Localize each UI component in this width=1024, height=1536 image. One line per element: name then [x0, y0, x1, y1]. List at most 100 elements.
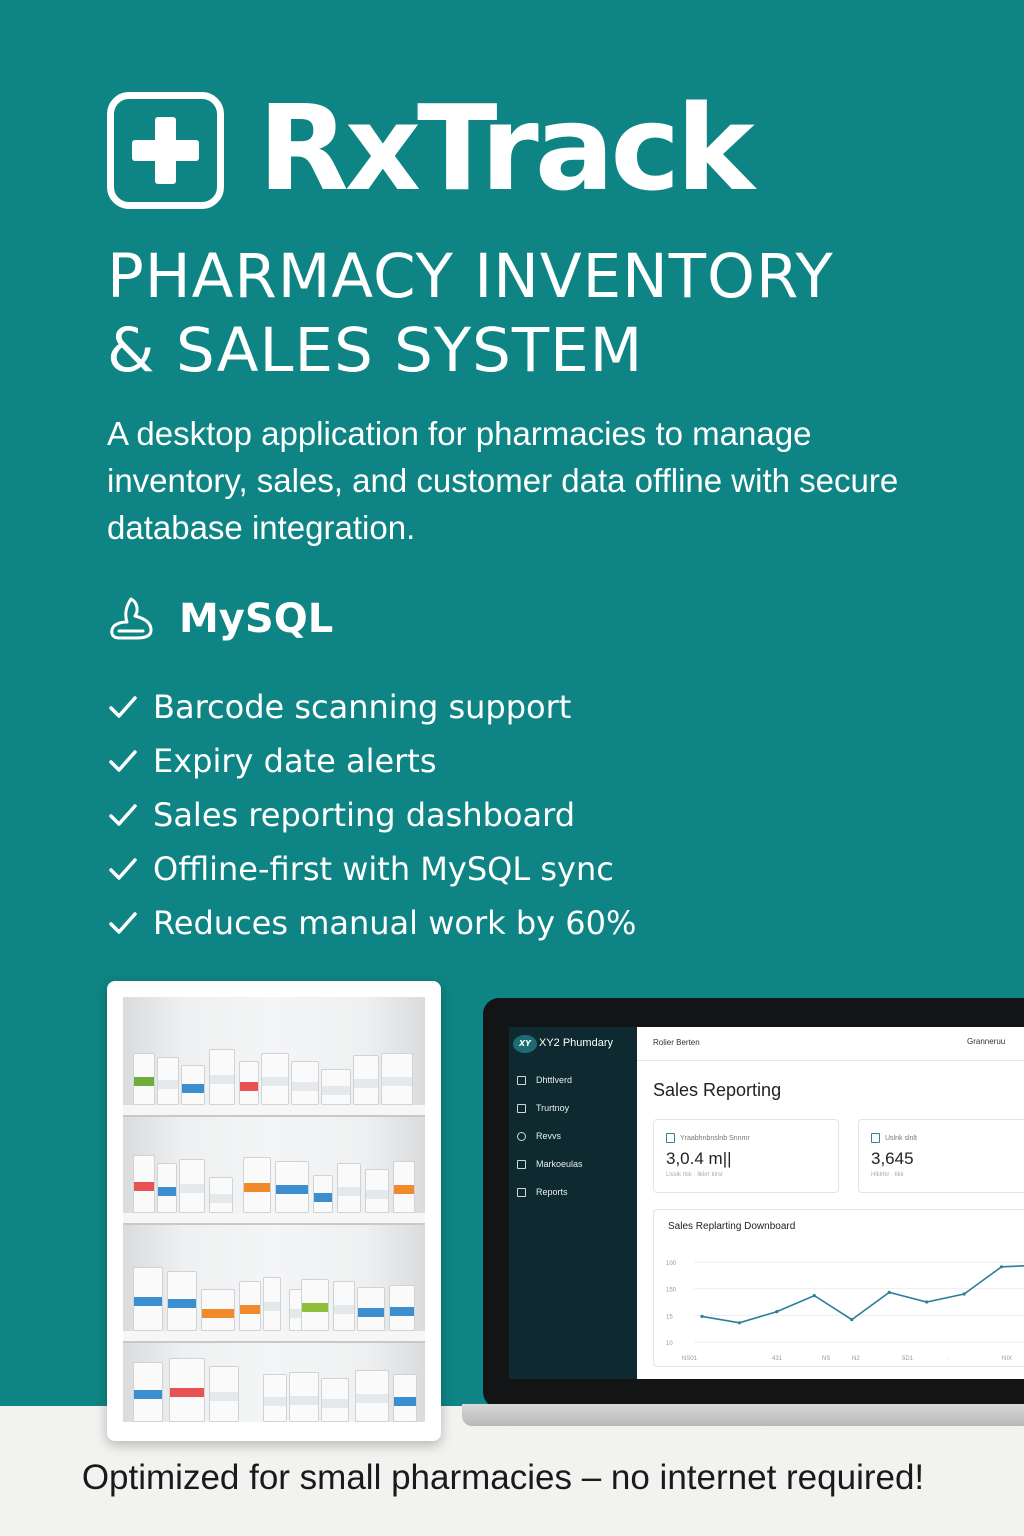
tagline: Optimized for small pharmacies – no inte… [81, 1458, 925, 1497]
medicine-box [301, 1279, 329, 1331]
medicine-box [167, 1271, 197, 1331]
box-stripe [168, 1299, 196, 1308]
box-stripe [394, 1185, 414, 1194]
stat-card-customers: Uslnk slnlt 3,645 Hlklrlkr · tlkk [858, 1119, 1024, 1193]
medicine-box [261, 1053, 289, 1105]
sidebar-item-inventory[interactable]: Trurtnoy [517, 1103, 569, 1113]
sidebar-item-label: Dhttlverd [536, 1075, 573, 1085]
stat-card-sales: Yraabhnbnslnb Snnmr 3,0.4 m|| Llsslk rls… [653, 1119, 839, 1193]
sales-chart-card: Sales Replarting Downboard 100 150 15 10 NS0… [653, 1209, 1024, 1367]
feature-text: Reduces manual work by 60% [153, 904, 637, 942]
brand-name: RxTrack [258, 79, 755, 217]
box-stripe [134, 1182, 154, 1191]
data-point [775, 1310, 779, 1314]
document-icon [666, 1133, 675, 1143]
medicine-box [263, 1277, 281, 1331]
medicine-box [133, 1362, 163, 1422]
data-point [999, 1265, 1004, 1269]
user-name[interactable]: Rolier Berten [653, 1038, 700, 1047]
database-row: MySQL [107, 592, 333, 646]
feature-text: Offline-first with MySQL sync [153, 850, 614, 888]
box-stripe [290, 1396, 318, 1405]
sidebar-item-reviews[interactable]: Revvs [517, 1131, 561, 1141]
medicine-box [291, 1061, 319, 1105]
medicine-box [393, 1161, 415, 1213]
headline-line-1: PHARMACY INVENTORY [107, 241, 834, 312]
box-stripe [366, 1190, 388, 1199]
y-tick-label: 15 [666, 1314, 673, 1320]
feature-item: Reduces manual work by 60% [107, 896, 636, 950]
stat-card-label: Uslnk slnlt [885, 1135, 917, 1142]
box-stripe [158, 1080, 178, 1089]
medicine-box [275, 1161, 309, 1213]
feature-text: Expiry date alerts [153, 742, 437, 780]
feature-item: Offline-first with MySQL sync [107, 842, 636, 896]
medicine-box [289, 1372, 319, 1422]
data-point [925, 1300, 929, 1304]
stat-card-label: Yraabhnbnslnb Snnmr [680, 1135, 750, 1142]
stat-card-subtext: Hlklrlkr · tlkk [871, 1172, 904, 1178]
eye-icon [517, 1131, 526, 1141]
medicine-box [157, 1057, 179, 1105]
laptop-base [462, 1404, 1024, 1426]
box-stripe [202, 1309, 234, 1318]
box-stripe [264, 1302, 280, 1311]
box-stripe [262, 1077, 288, 1086]
feature-item: Expiry date alerts [107, 734, 636, 788]
box-stripe [158, 1187, 176, 1196]
check-icon [109, 804, 137, 826]
data-point [887, 1290, 891, 1294]
database-label: MySQL [179, 596, 334, 642]
y-tick-label: 100 [666, 1261, 677, 1267]
box-stripe [264, 1397, 286, 1406]
headline: PHARMACY INVENTORY & SALES SYSTEM [107, 240, 987, 388]
box-stripe [322, 1086, 350, 1095]
box-stripe [358, 1308, 384, 1317]
sidebar-item-dashboard[interactable]: Dhttlverd [517, 1075, 572, 1085]
feature-text: Barcode scanning support [153, 688, 572, 726]
sidebar-item-label: Trurtnoy [536, 1103, 570, 1113]
headline-line-2: & SALES SYSTEM [107, 315, 644, 386]
x-tick-label: N2 [852, 1356, 860, 1362]
sidebar-item-label: Markoeulas [536, 1159, 583, 1169]
sales-series-line [701, 1265, 1024, 1324]
box-stripe [356, 1394, 388, 1403]
data-point [700, 1314, 704, 1318]
box-stripe [276, 1185, 308, 1194]
app-topbar: Rolier Berten Granneruu [637, 1027, 1024, 1061]
medicine-box [353, 1055, 379, 1105]
box-stripe [134, 1077, 154, 1086]
box-icon [517, 1103, 526, 1113]
feature-item: Barcode scanning support [107, 680, 636, 734]
medicine-box [333, 1281, 355, 1331]
medicine-box [157, 1163, 177, 1213]
check-icon [109, 858, 137, 880]
stat-card-value: 3,0.4 m|| [666, 1149, 732, 1168]
medicine-box [209, 1366, 239, 1422]
page-title: Sales Reporting [653, 1080, 782, 1100]
box-stripe [240, 1082, 258, 1091]
feature-list: Barcode scanning support Expiry date ale… [107, 680, 636, 950]
medicine-box [209, 1049, 235, 1105]
box-stripe [240, 1305, 260, 1314]
medicine-box [365, 1169, 389, 1213]
check-icon [109, 750, 137, 772]
box-stripe [394, 1397, 416, 1406]
medicine-box [357, 1287, 385, 1331]
x-tick-label: 5D1 [902, 1356, 914, 1362]
sales-line-chart: 100 150 15 10 NS01 431 NS N2 5D1 · NIX [666, 1261, 1024, 1362]
x-tick-label: NS [822, 1356, 830, 1362]
sidebar-item-reports[interactable]: Reports [517, 1187, 568, 1197]
box-stripe [182, 1084, 204, 1093]
box-stripe [302, 1303, 328, 1312]
medicine-box [169, 1358, 205, 1422]
medicine-box [393, 1374, 417, 1422]
data-point [737, 1321, 742, 1325]
medicine-box [337, 1163, 361, 1213]
sidebar-item-label: Reports [536, 1187, 568, 1197]
box-stripe [170, 1388, 204, 1397]
sidebar-item-markets[interactable]: Markoeulas [517, 1159, 583, 1169]
topbar-action[interactable]: Granneruu [967, 1037, 1005, 1046]
medicine-box [243, 1157, 271, 1213]
medicine-box [313, 1175, 333, 1213]
